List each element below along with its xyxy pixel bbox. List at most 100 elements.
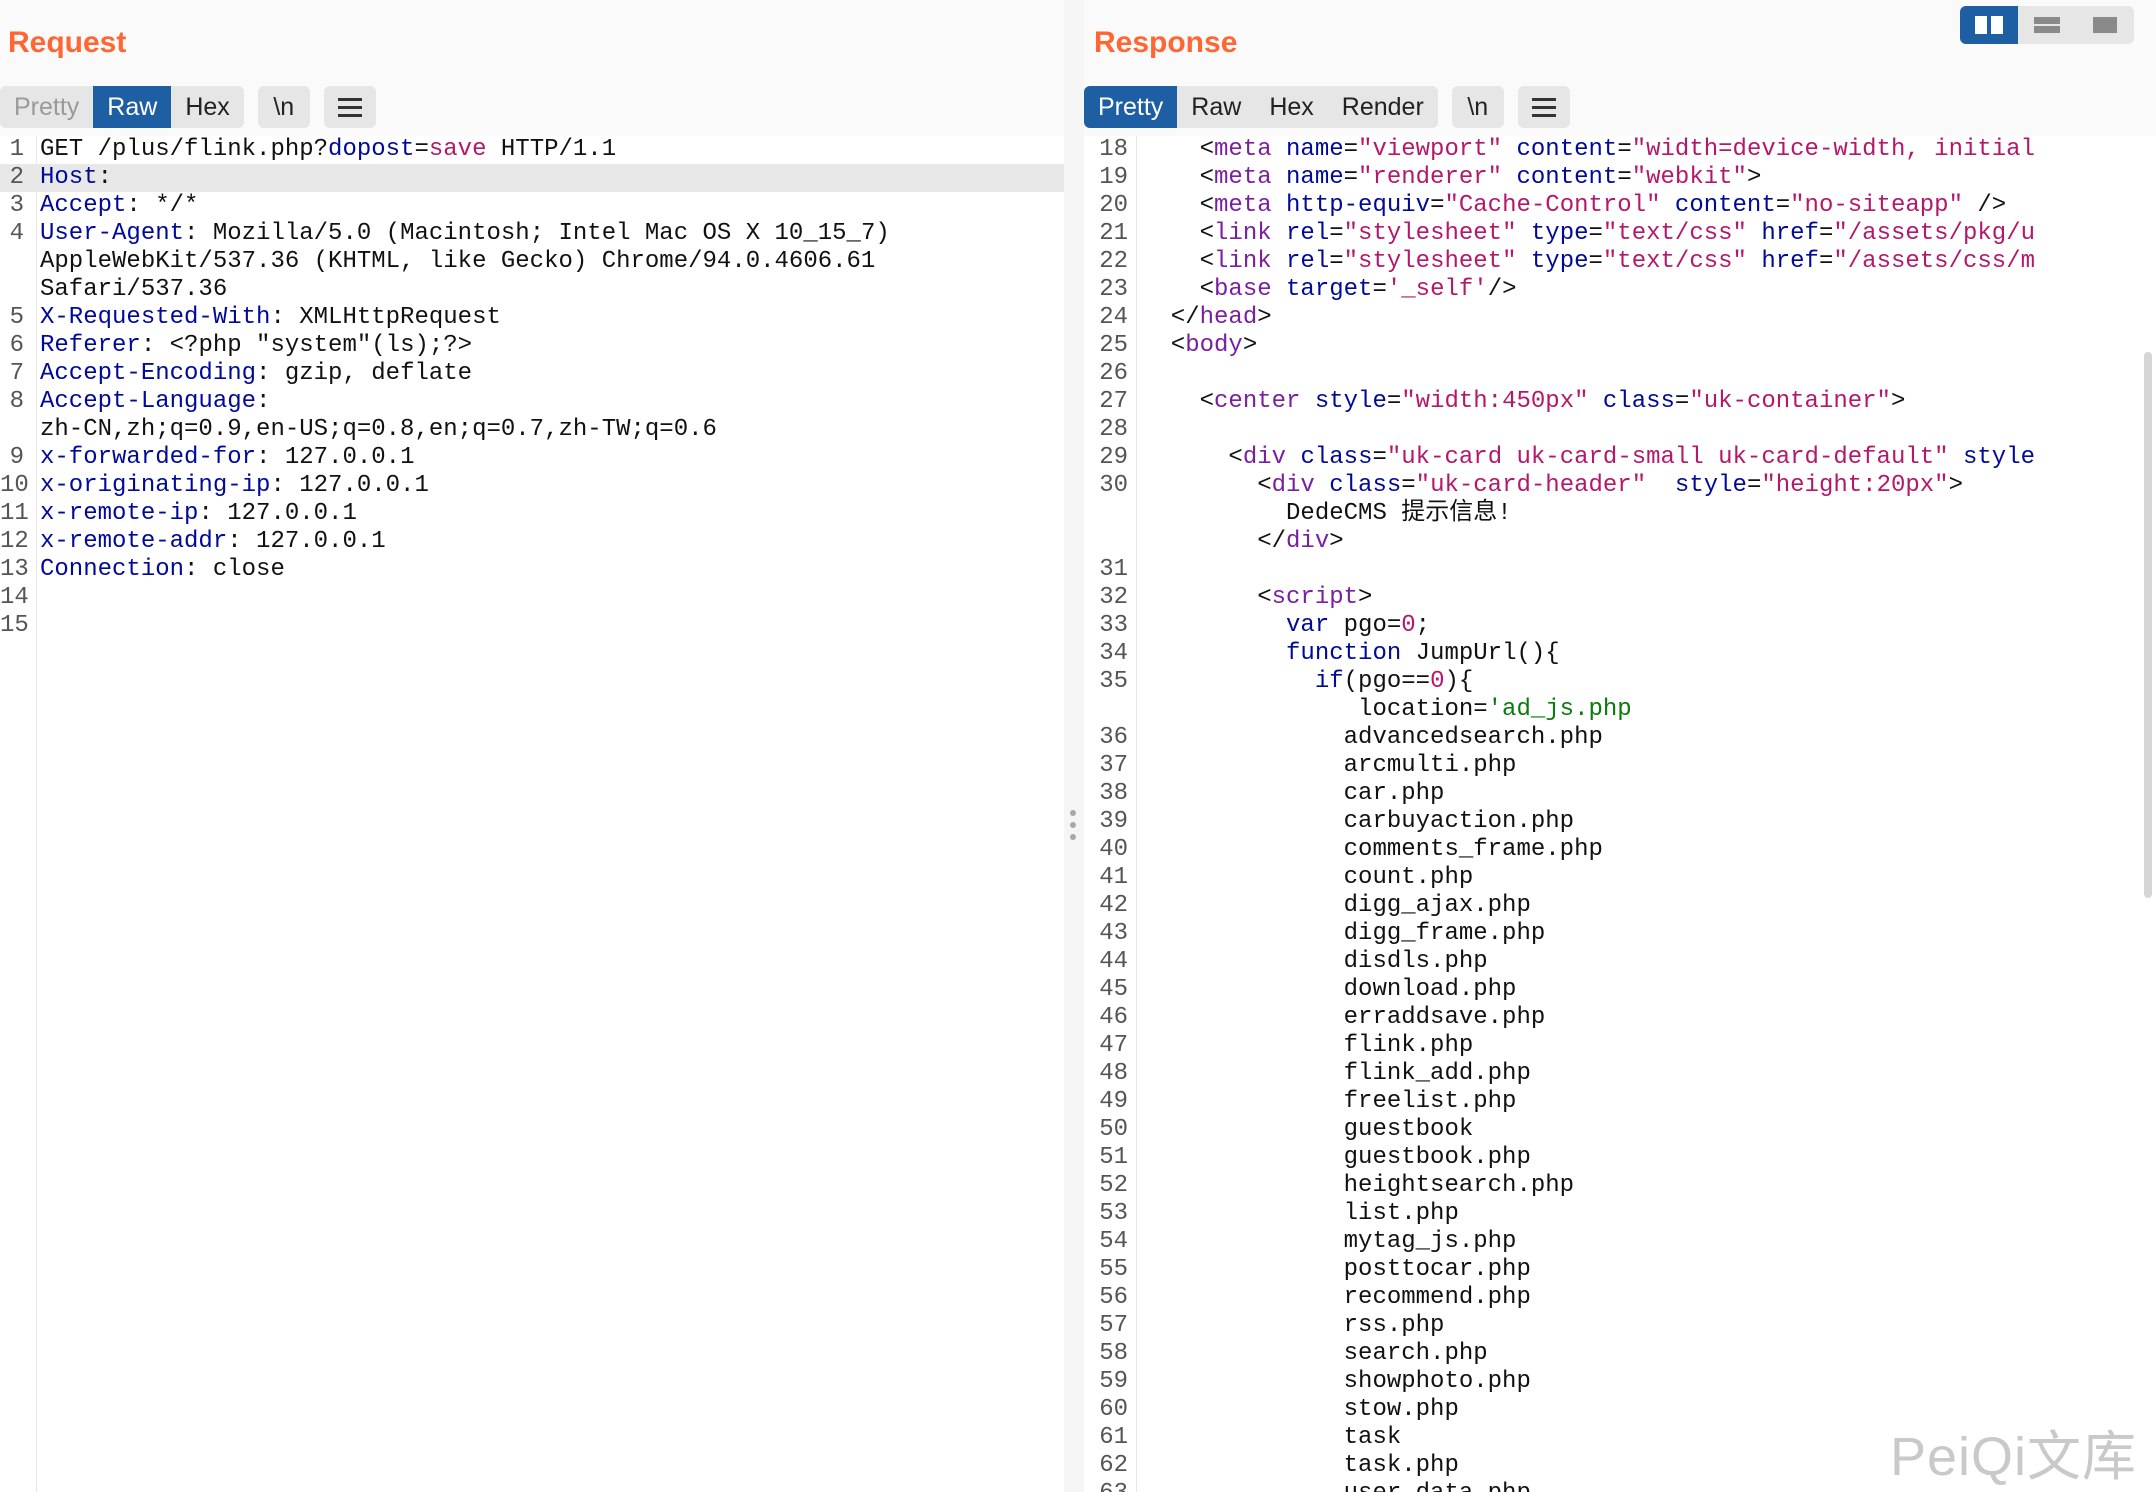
response-title: Response: [1094, 26, 1238, 59]
watermark: PeiQi文库: [1890, 1427, 2138, 1487]
response-line-text: posttocar.php: [1142, 1256, 1531, 1284]
response-line-number: 28: [1099, 416, 1128, 443]
response-token: [1142, 640, 1286, 667]
response-line-text: <div class="uk-card uk-card-small uk-car…: [1142, 444, 2035, 472]
response-token: rel: [1286, 220, 1330, 247]
request-code-line: 3 Accept: */*: [0, 192, 1064, 220]
response-line-number: 23: [1099, 276, 1128, 303]
request-token: Accept-Encoding: [40, 360, 257, 387]
response-token: type: [1530, 220, 1589, 247]
response-line-text: <base target='_self'/>: [1142, 276, 1517, 304]
request-line-number: 8: [9, 388, 24, 415]
response-token: [1949, 444, 1963, 471]
request-token: x-originating-ip: [40, 472, 271, 499]
request-line-number: 13: [0, 556, 29, 583]
response-editor[interactable]: 18 <meta name="viewport" content="width=…: [1084, 136, 2156, 1492]
response-line-text: <body>: [1142, 332, 1257, 360]
request-newline-toggle[interactable]: \n: [257, 86, 310, 128]
response-line-text: task: [1142, 1424, 1402, 1452]
response-line-text: <meta name="viewport" content="width=dev…: [1142, 136, 2035, 164]
response-line-number: 60: [1099, 1396, 1128, 1423]
single-pane-icon[interactable]: [2076, 6, 2134, 44]
response-code-line: 42 digg_ajax.php: [1084, 892, 2156, 920]
response-line-number: 31: [1099, 556, 1128, 583]
response-line-number: 62: [1099, 1452, 1128, 1479]
response-line-number: 18: [1099, 136, 1128, 163]
response-token: href: [1761, 248, 1819, 275]
response-token: =: [1617, 136, 1632, 163]
request-line-text: Accept: */*: [40, 192, 198, 220]
split-columns-icon[interactable]: [1960, 6, 2018, 44]
request-code-line: zh-CN,zh;q=0.9,en-US;q=0.8,en;q=0.7,zh-T…: [0, 416, 1064, 444]
response-token: (pgo==: [1343, 668, 1431, 695]
response-line-number: 46: [1099, 1004, 1128, 1031]
response-token: flink_add.php: [1142, 1060, 1531, 1087]
response-token: body: [1185, 332, 1243, 359]
response-menu-hamburger-icon[interactable]: [1517, 86, 1570, 128]
request-code-line: 7 Accept-Encoding: gzip, deflate: [0, 360, 1064, 388]
response-tab-hex[interactable]: Hex: [1255, 86, 1328, 128]
request-tab-hex[interactable]: Hex: [171, 86, 244, 128]
pane-splitter[interactable]: [1064, 0, 1084, 1492]
request-code-line: AppleWebKit/537.36 (KHTML, like Gecko) C…: [0, 248, 1064, 276]
request-line-text: Accept-Encoding: gzip, deflate: [40, 360, 472, 388]
request-line-number: 7: [9, 360, 24, 387]
response-newline-toggle[interactable]: \n: [1451, 86, 1504, 128]
response-line-text: heightsearch.php: [1142, 1172, 1574, 1200]
request-tab-pretty[interactable]: Pretty: [0, 86, 94, 128]
response-code-line: 39 carbuyaction.php: [1084, 808, 2156, 836]
response-token: rel: [1286, 248, 1330, 275]
request-code-line: 11 x-remote-ip: 127.0.0.1: [0, 500, 1064, 528]
response-line-number: [1084, 696, 1142, 724]
response-token: JumpUrl(){: [1401, 640, 1560, 667]
response-code-line: 29 <div class="uk-card uk-card-small uk-…: [1084, 444, 2156, 472]
response-token: =: [1329, 248, 1344, 275]
response-token: content: [1516, 164, 1618, 191]
response-tab-pretty[interactable]: Pretty: [1084, 86, 1178, 128]
request-code-line: 1 GET /plus/flink.php?dopost=save HTTP/1.…: [0, 136, 1064, 164]
request-line-text: GET /plus/flink.php?dopost=save HTTP/1.1: [40, 136, 616, 164]
request-editor[interactable]: 1 GET /plus/flink.php?dopost=save HTTP/1.…: [0, 136, 1064, 1492]
response-token: "height:20px": [1761, 472, 1949, 499]
response-scrollbar[interactable]: [2144, 352, 2152, 898]
request-tab-raw[interactable]: Raw: [93, 86, 172, 128]
response-token: =: [1617, 164, 1632, 191]
response-token: class: [1602, 388, 1675, 415]
response-tabbar: Pretty Raw Hex Render \n: [1084, 86, 1570, 128]
request-code-line: Safari/537.36: [0, 276, 1064, 304]
response-code-line: 25 <body>: [1084, 332, 2156, 360]
response-token: disdls.php: [1142, 948, 1488, 975]
response-token: guestbook: [1142, 1116, 1474, 1143]
response-line-text: function JumpUrl(){: [1142, 640, 1560, 668]
response-line-text: <meta name="renderer" content="webkit">: [1142, 164, 1762, 192]
response-token: style: [1314, 388, 1387, 415]
response-token: >: [1257, 304, 1272, 331]
response-token: />: [1962, 192, 2007, 219]
request-token: =: [414, 136, 429, 163]
response-line-number: 40: [1099, 836, 1128, 863]
response-token: [1142, 612, 1286, 639]
response-token: <: [1142, 192, 1215, 219]
split-rows-icon[interactable]: [2018, 6, 2076, 44]
request-menu-hamburger-icon[interactable]: [323, 86, 376, 128]
response-line-text: <meta http-equiv="Cache-Control" content…: [1142, 192, 2007, 220]
request-token: AppleWebKit/537.36 (KHTML, like Gecko) C…: [40, 248, 876, 275]
response-token: href: [1761, 220, 1819, 247]
response-code-line: 44 disdls.php: [1084, 948, 2156, 976]
response-code-line: 46 erraddsave.php: [1084, 1004, 2156, 1032]
splitter-grip-icon[interactable]: [1070, 810, 1076, 846]
response-token: >: [1358, 584, 1373, 611]
response-line-text: disdls.php: [1142, 948, 1488, 976]
request-code-line: 4 User-Agent: Mozilla/5.0 (Macintosh; Int…: [0, 220, 1064, 248]
response-code-line: 52 heightsearch.php: [1084, 1172, 2156, 1200]
request-token: Accept-Language: [40, 388, 257, 415]
request-token: save: [428, 136, 487, 163]
request-token: X-Requested-With: [40, 304, 271, 331]
response-tab-raw[interactable]: Raw: [1177, 86, 1256, 128]
response-tab-render[interactable]: Render: [1327, 86, 1438, 128]
request-token: :: [97, 164, 113, 191]
request-line-number: 4: [9, 220, 24, 247]
request-token: : 127.0.0.1: [256, 444, 415, 471]
response-token: <: [1142, 136, 1215, 163]
response-token: </: [1142, 528, 1287, 555]
